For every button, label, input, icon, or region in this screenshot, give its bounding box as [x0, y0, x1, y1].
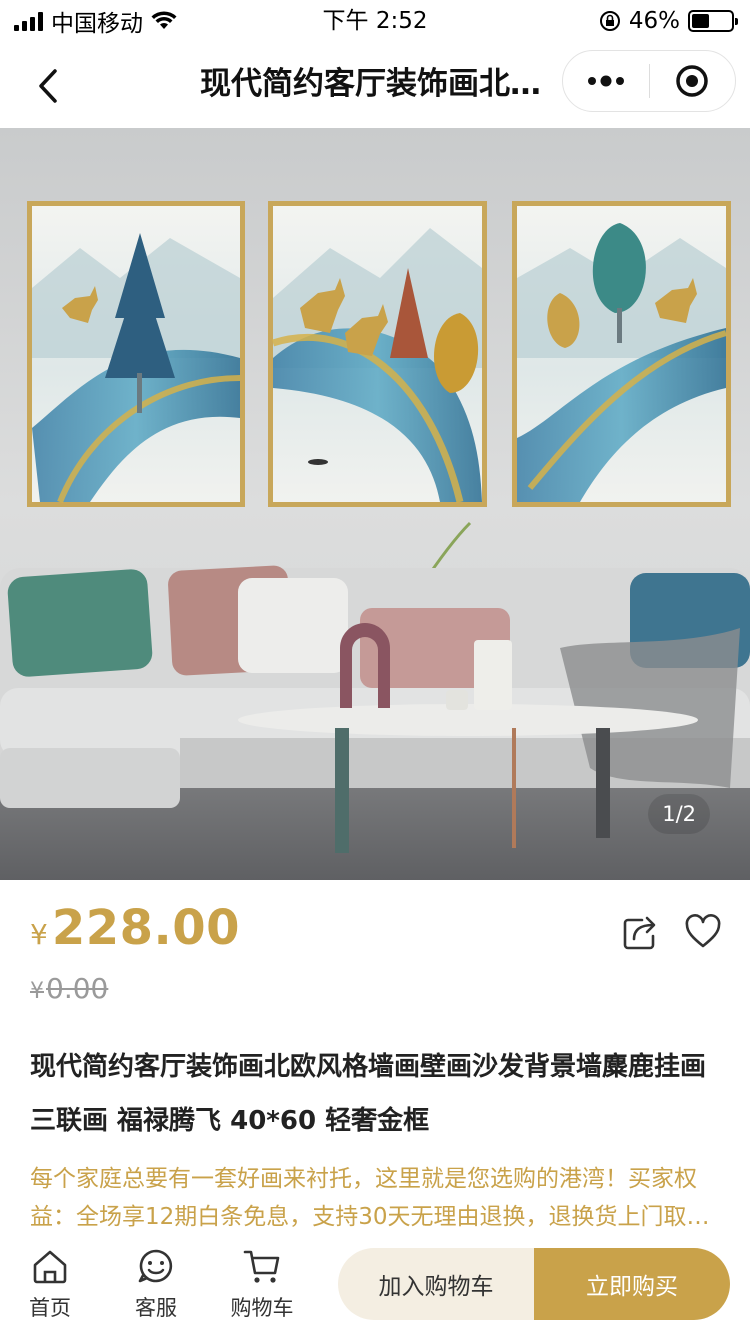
customer-service-label: 客服 — [135, 1296, 177, 1320]
image-page-indicator: 1/2 — [648, 794, 710, 834]
product-title: 现代简约客厅装饰画北欧风格墙画壁画沙发背景墙麋鹿挂画三联画 福禄腾飞 40*60… — [30, 1052, 707, 1136]
cart-tab[interactable]: 购物车 — [212, 1246, 312, 1330]
share-icon — [623, 916, 656, 950]
customer-service-tab[interactable]: 客服 — [106, 1246, 206, 1330]
original-price: ¥ 0.00 — [30, 972, 108, 1012]
painting-right — [512, 201, 731, 507]
buy-now-button[interactable]: 立即购买 — [534, 1248, 730, 1320]
painting-middle — [268, 201, 487, 507]
painting-left — [27, 201, 245, 507]
nav-bar: 现代简约客厅装饰画北欧风格墙画壁画沙发背景墙麋鹿挂画三联画 福禄腾飞 40*60… — [0, 44, 750, 128]
status-bar: 中国移动 下午 2:52 46% — [0, 0, 750, 44]
original-price-value: 0.00 — [46, 972, 109, 1005]
home-icon — [33, 1250, 67, 1284]
back-button[interactable] — [20, 58, 76, 114]
battery-fill — [692, 14, 710, 28]
product-description: 每个家庭总要有一套好画来衬托，这里就是您选购的港湾！买家权益：全场享12期白条免… — [30, 1166, 697, 1230]
cart-tab-label: 购物车 — [230, 1296, 294, 1320]
chevron-left-icon — [39, 69, 57, 103]
more-dots-icon — [587, 75, 624, 87]
currency-symbol: ¥ — [30, 918, 48, 951]
home-tab[interactable]: 首页 — [0, 1246, 100, 1330]
heart-icon — [685, 914, 721, 948]
mini-program-capsule — [562, 50, 736, 112]
add-to-cart-button[interactable]: 加入购物车 — [338, 1248, 534, 1320]
product-image-gallery[interactable]: 1/2 — [0, 128, 750, 880]
chat-smile-icon — [138, 1249, 173, 1283]
status-right: 46% — [599, 6, 738, 36]
shopping-cart-icon — [243, 1250, 280, 1283]
home-tab-label: 首页 — [29, 1296, 71, 1320]
rotation-lock-icon — [599, 11, 620, 31]
original-currency-symbol: ¥ — [30, 979, 44, 1004]
close-mini-program-button[interactable] — [650, 51, 736, 111]
product-image — [0, 128, 750, 880]
share-button[interactable] — [620, 912, 660, 952]
favorite-button[interactable] — [683, 912, 723, 952]
battery-icon — [688, 10, 738, 32]
battery-percent: 46% — [628, 8, 680, 34]
price-value: 228.00 — [51, 900, 241, 956]
more-button[interactable] — [563, 51, 649, 111]
page-title: 现代简约客厅装饰画北欧风格墙画壁画沙发背景墙麋鹿挂画三联画 福禄腾飞 40*60… — [200, 66, 552, 102]
bottom-action-bar: 首页 客服 购物车 加入购物车 立即购买 — [0, 1240, 750, 1334]
target-icon — [676, 65, 708, 97]
current-price: ¥ 228.00 — [30, 900, 240, 960]
